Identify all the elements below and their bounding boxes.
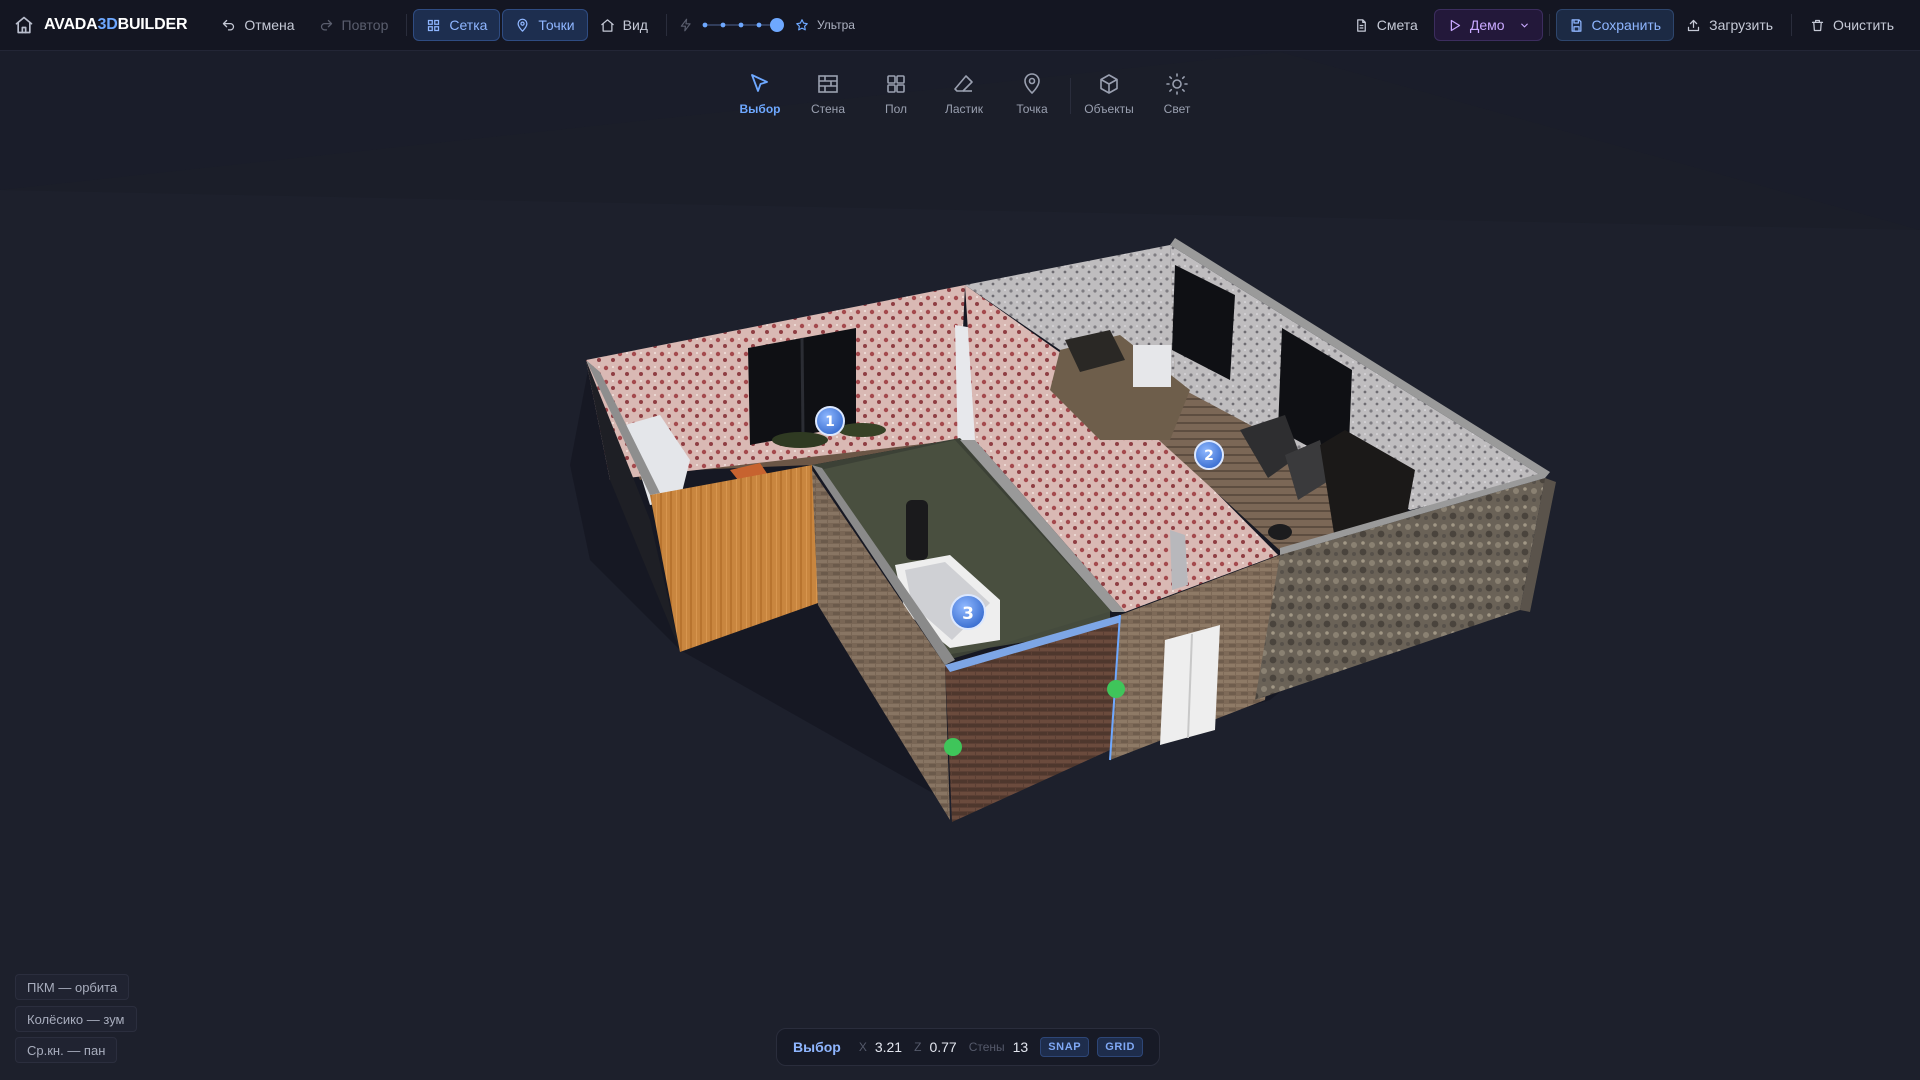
grid-icon	[428, 19, 440, 31]
cursor-icon	[751, 74, 768, 92]
undo-icon	[223, 19, 235, 30]
redo-button[interactable]: Повтор	[307, 9, 401, 41]
status-mode: Выбор	[793, 1039, 841, 1055]
tool-floor[interactable]: Пол	[862, 72, 930, 116]
load-button[interactable]: Загрузить	[1674, 9, 1785, 41]
tool-wall[interactable]: Стена	[794, 72, 862, 116]
tool-select-label: Выбор	[739, 102, 781, 116]
toolbar-divider	[1791, 14, 1793, 36]
grid-badge[interactable]: GRID	[1097, 1037, 1144, 1057]
quality-step[interactable]	[756, 22, 762, 28]
trash-icon	[1811, 19, 1824, 31]
estimate-button[interactable]: Смета	[1342, 9, 1430, 41]
points-toggle-label: Точки	[538, 17, 575, 33]
status-z-label: Z	[914, 1040, 922, 1054]
view-label: Вид	[622, 17, 648, 33]
tool-wall-label: Стена	[810, 102, 845, 116]
quality-slider-track[interactable]	[701, 17, 787, 33]
play-icon	[1450, 19, 1460, 31]
room-pin-1[interactable]: 1	[815, 406, 845, 436]
map-pin-icon	[517, 18, 528, 32]
estimate-label: Смета	[1376, 17, 1418, 33]
tool-palette: Выбор Стена Пол Ластик Точка Объекты Све…	[726, 72, 1211, 124]
hint-orbit: ПКМ — орбита	[15, 974, 130, 1000]
grid-toggle-label: Сетка	[449, 17, 488, 33]
3d-viewport[interactable]: 1 2 3	[0, 0, 1920, 1080]
clear-label: Очистить	[1833, 17, 1894, 33]
hint-zoom: Колёсико — зум	[15, 1006, 137, 1032]
sun-icon	[1166, 73, 1188, 95]
grid-toggle-button[interactable]: Сетка	[413, 9, 501, 41]
wall-handle-start[interactable]	[1107, 680, 1125, 698]
toolbar-divider	[665, 14, 667, 36]
top-toolbar: AVADA3DBUILDER Отмена Повтор Сетка Точки…	[0, 0, 1920, 51]
status-x-value: 3.21	[874, 1039, 903, 1055]
room-pin-2-label: 2	[1204, 448, 1214, 464]
map-pin-icon	[1024, 73, 1040, 94]
demo-label: Демо	[1469, 17, 1505, 33]
house-icon	[600, 18, 614, 32]
room-pin-3[interactable]: 3	[950, 594, 986, 630]
tool-light-label: Свет	[1163, 102, 1191, 116]
save-icon	[1571, 18, 1582, 32]
redo-label: Повтор	[341, 17, 389, 33]
tool-objects-label: Объекты	[1084, 102, 1134, 116]
points-toggle-button[interactable]: Точки	[502, 9, 588, 41]
toolbar-divider	[1548, 14, 1550, 36]
document-icon	[1356, 18, 1366, 32]
redo-icon	[320, 19, 332, 30]
status-walls-label: Стены	[968, 1040, 1005, 1054]
eraser-icon	[954, 75, 973, 92]
demo-dropdown[interactable]: Демо	[1433, 9, 1543, 41]
hint-pan: Ср.кн. — пан	[15, 1037, 118, 1063]
quality-step[interactable]	[738, 22, 744, 28]
load-label: Загрузить	[1709, 17, 1774, 33]
undo-label: Отмена	[244, 17, 295, 33]
wall-handle-end[interactable]	[944, 738, 962, 756]
status-bar: Выбор X 3.21 Z 0.77 Стены 13 SNAP GRID	[776, 1028, 1161, 1066]
app-title: AVADA3DBUILDER	[44, 16, 188, 33]
status-walls-value: 13	[1012, 1039, 1029, 1055]
app-logo[interactable]: AVADA3DBUILDER	[14, 15, 188, 35]
star-icon	[796, 19, 808, 31]
tool-point[interactable]: Точка	[998, 72, 1066, 116]
quality-slider-thumb[interactable]	[769, 18, 784, 32]
chevron-down-icon	[1520, 23, 1528, 28]
tool-eraser[interactable]: Ластик	[930, 72, 998, 116]
view-button[interactable]: Вид	[588, 9, 660, 41]
tool-select[interactable]: Выбор	[726, 72, 794, 116]
wall-icon	[818, 75, 838, 93]
quality-step[interactable]	[702, 22, 708, 28]
toolbar-divider	[406, 14, 408, 36]
cube-icon	[1100, 74, 1118, 94]
room-pin-2[interactable]: 2	[1194, 440, 1224, 470]
home-icon	[15, 16, 33, 34]
status-z-value: 0.77	[929, 1039, 957, 1055]
tool-divider	[1070, 78, 1071, 114]
quality-slider[interactable]: Ультра	[679, 17, 855, 33]
lightning-icon	[680, 18, 691, 32]
clear-button[interactable]: Очистить	[1798, 9, 1906, 41]
quality-step[interactable]	[720, 22, 726, 28]
save-label: Сохранить	[1591, 17, 1662, 33]
undo-button[interactable]: Отмена	[209, 9, 306, 41]
tool-eraser-label: Ластик	[945, 102, 983, 116]
tool-light[interactable]: Свет	[1143, 72, 1211, 116]
room-pin-1-label: 1	[825, 414, 835, 430]
quality-label: Ультра	[816, 18, 855, 32]
room-pin-3-label: 3	[962, 604, 974, 624]
tool-point-label: Точка	[1016, 102, 1048, 116]
floor-icon	[887, 75, 905, 93]
snap-badge[interactable]: SNAP	[1040, 1037, 1090, 1057]
save-button[interactable]: Сохранить	[1555, 9, 1675, 41]
upload-icon	[1687, 19, 1700, 31]
tool-objects[interactable]: Объекты	[1075, 72, 1143, 116]
status-x-label: X	[858, 1040, 867, 1054]
tool-floor-label: Пол	[884, 102, 908, 116]
